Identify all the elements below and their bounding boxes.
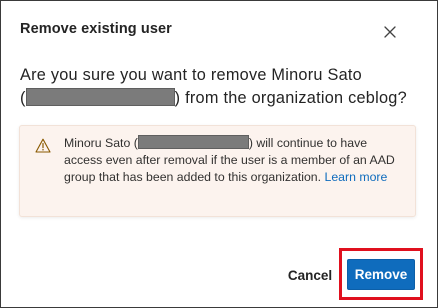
warning-text-start: Minoru Sato (: [64, 136, 138, 150]
cancel-button[interactable]: Cancel: [282, 260, 338, 290]
close-button[interactable]: [379, 21, 401, 43]
remove-user-dialog: Remove existing user Are you sure you wa…: [0, 0, 438, 308]
learn-more-link[interactable]: Learn more: [324, 170, 387, 184]
dialog-title: Remove existing user: [20, 21, 172, 37]
redacted-email: [25, 87, 175, 106]
question-text-end: ) from the organization ceblog?: [174, 88, 407, 107]
question-text-start: Are you sure you want to remove Minoru S…: [20, 66, 362, 84]
warning-triangle-icon: [35, 138, 51, 153]
close-icon: [384, 26, 396, 38]
warning-text: Minoru Sato () will continue to have acc…: [64, 135, 407, 186]
confirmation-message: Are you sure you want to remove Minoru S…: [20, 64, 420, 109]
warning-message-bar: Minoru Sato () will continue to have acc…: [19, 125, 416, 217]
redacted-email-warning: [137, 135, 249, 149]
remove-button[interactable]: Remove: [347, 259, 415, 290]
